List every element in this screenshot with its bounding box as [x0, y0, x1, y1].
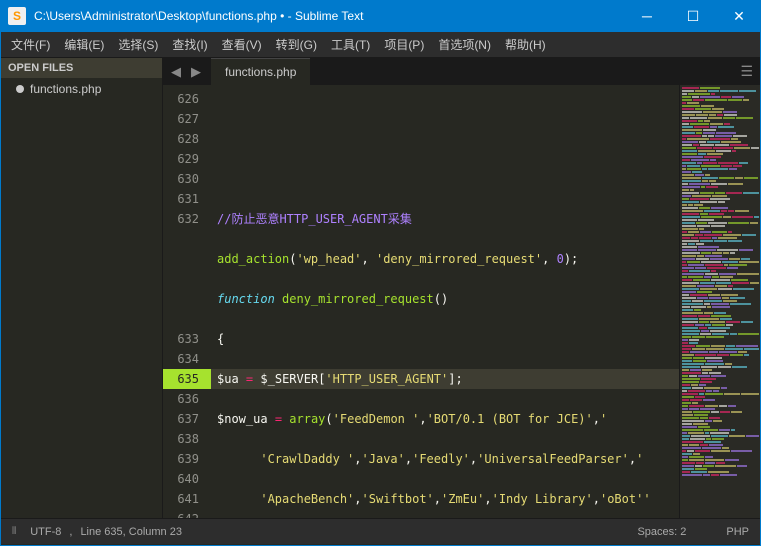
tab-next-icon[interactable]: ▶ [187, 64, 205, 80]
grab-icon: ⫴ [12, 526, 16, 537]
sidebar-file-label: functions.php [30, 82, 101, 96]
menu-find[interactable]: 查找(I) [165, 32, 214, 57]
window-title: C:\Users\Administrator\Desktop\functions… [34, 9, 363, 23]
status-syntax[interactable]: PHP [726, 526, 749, 538]
status-position: Line 635, Column 23 [80, 526, 182, 538]
sidebar: OPEN FILES functions.php [0, 58, 163, 518]
code-editor[interactable]: 626627628629630631632 633634 635 6366376… [163, 85, 761, 518]
close-button[interactable]: ✕ [725, 8, 753, 25]
dirty-indicator-icon [16, 85, 24, 93]
menu-select[interactable]: 选择(S) [111, 32, 165, 57]
status-bar: ⫴ UTF-8, Line 635, Column 23 Spaces: 2 P… [0, 518, 761, 544]
sidebar-file-item[interactable]: functions.php [0, 78, 162, 100]
tab-functions[interactable]: functions.php [211, 58, 310, 85]
maximize-button[interactable]: ☐ [679, 8, 707, 25]
menu-goto[interactable]: 转到(G) [269, 32, 324, 57]
menu-edit[interactable]: 编辑(E) [57, 32, 111, 57]
tab-prev-icon[interactable]: ◀ [167, 64, 185, 80]
menu-help[interactable]: 帮助(H) [498, 32, 553, 57]
menu-bar: 文件(F) 编辑(E) 选择(S) 查找(I) 查看(V) 转到(G) 工具(T… [0, 32, 761, 58]
menu-file[interactable]: 文件(F) [4, 32, 57, 57]
tab-bar: ◀ ▶ functions.php ☰ [163, 58, 761, 85]
app-logo-icon: S [8, 7, 26, 25]
line-gutter: 626627628629630631632 633634 635 6366376… [163, 85, 211, 518]
status-indent[interactable]: Spaces: 2 [637, 526, 686, 538]
minimap[interactable]: // decorative minimap generated inline v… [679, 85, 761, 518]
title-bar: S C:\Users\Administrator\Desktop\functio… [0, 0, 761, 32]
open-files-header: OPEN FILES [0, 58, 162, 78]
status-encoding[interactable]: UTF-8 [30, 526, 61, 538]
menu-tools[interactable]: 工具(T) [324, 32, 377, 57]
active-line-number: 635 [163, 369, 211, 389]
menu-preferences[interactable]: 首选项(N) [431, 32, 498, 57]
code-content[interactable]: //防止恶意HTTP_USER_AGENT采集 add_action('wp_h… [211, 85, 679, 518]
menu-project[interactable]: 项目(P) [377, 32, 431, 57]
tab-menu-icon[interactable]: ☰ [740, 63, 753, 80]
menu-view[interactable]: 查看(V) [215, 32, 269, 57]
minimize-button[interactable]: ─ [633, 8, 661, 25]
